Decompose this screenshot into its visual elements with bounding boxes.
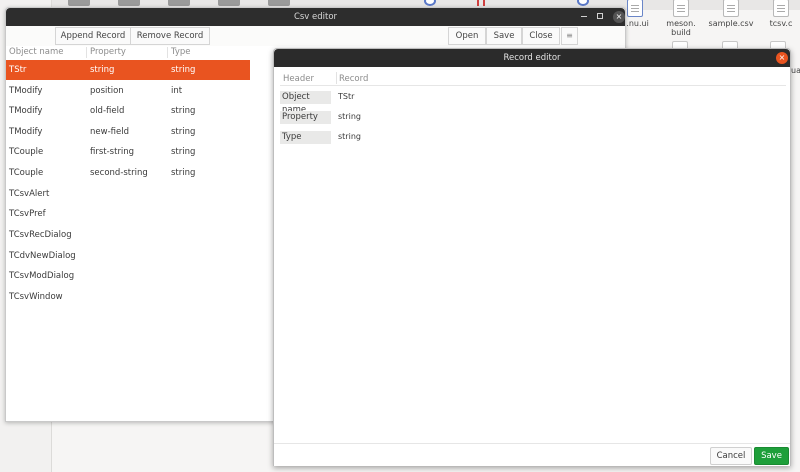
table-row[interactable]: TStr string string: [6, 60, 250, 80]
cell-object-name: TCsvRecDialog: [9, 230, 72, 240]
cell-object-name: TModify: [9, 106, 43, 116]
close-icon[interactable]: ×: [613, 11, 625, 23]
column-header-header[interactable]: Header: [283, 74, 314, 84]
document-icon: [773, 0, 789, 17]
csv-editor-titlebar[interactable]: Csv editor ×: [6, 8, 625, 26]
cell-property: old-field: [90, 106, 125, 116]
remove-record-button[interactable]: Remove Record: [130, 27, 210, 45]
document-icon: [673, 0, 689, 17]
cell-type: string: [171, 168, 196, 178]
table-row[interactable]: TCsvAlert: [6, 184, 250, 204]
column-header-type[interactable]: Type: [171, 47, 191, 57]
table-row[interactable]: TCsvModDialog: [6, 266, 250, 286]
dialog-footer: Cancel Save: [274, 443, 790, 466]
dialog-title: Record editor: [503, 53, 561, 63]
record-field-row: Type string: [280, 131, 786, 147]
document-icon: [723, 0, 739, 17]
table-row[interactable]: TCouple first-string string: [6, 142, 250, 162]
cell-object-name: TCsvWindow: [9, 292, 63, 302]
cell-object-name: TModify: [9, 127, 43, 137]
field-value-input[interactable]: TStr: [338, 92, 354, 101]
table-row[interactable]: TCouple second-string string: [6, 163, 250, 183]
cell-property: first-string: [90, 147, 135, 157]
cell-property: string: [90, 65, 115, 75]
cell-object-name: TCsvAlert: [9, 189, 50, 199]
file-icon-sample-csv[interactable]: sample.csv: [706, 0, 756, 28]
folder-icon[interactable]: [118, 0, 140, 6]
window-title: Csv editor: [293, 12, 338, 22]
app-icon[interactable]: [477, 0, 485, 6]
column-header-object-name[interactable]: Object name: [9, 47, 64, 57]
table-row[interactable]: TModify new-field string: [6, 122, 250, 142]
table-row[interactable]: TModify position int: [6, 81, 250, 101]
folder-icon[interactable]: [218, 0, 240, 6]
cell-object-name: TCsvModDialog: [9, 271, 75, 281]
cell-property: new-field: [90, 127, 129, 137]
file-icon-meson[interactable]: meson. build: [656, 0, 706, 37]
maximize-icon[interactable]: [597, 13, 603, 19]
cell-object-name: TCouple: [9, 147, 44, 157]
document-icon: [627, 0, 643, 17]
cell-type: string: [171, 106, 196, 116]
field-header-label: Object name: [280, 91, 331, 115]
folder-icon[interactable]: [168, 0, 190, 6]
cell-type: string: [171, 65, 196, 75]
column-separator: [336, 72, 337, 84]
file-name: meson. build: [666, 19, 696, 37]
file-icon-tcsv[interactable]: tcsv.c: [756, 0, 800, 28]
column-separator: [167, 47, 168, 58]
open-button[interactable]: Open: [448, 27, 486, 45]
record-editor-dialog: Record editor × Header Record Object nam…: [273, 48, 791, 466]
column-header-property[interactable]: Property: [90, 47, 126, 57]
field-header-label: Property: [280, 111, 331, 124]
cell-object-name: TModify: [9, 86, 43, 96]
table-row[interactable]: TCsvPref: [6, 204, 250, 224]
table-row[interactable]: TModify old-field string: [6, 101, 250, 121]
cell-type: string: [171, 147, 196, 157]
field-value-input[interactable]: string: [338, 112, 361, 121]
folder-icon[interactable]: [68, 0, 90, 6]
cell-object-name: TCsvPref: [9, 209, 46, 219]
hamburger-menu-icon[interactable]: ≡: [561, 27, 578, 45]
table-row[interactable]: TCdvNewDialog: [6, 246, 250, 266]
append-record-button[interactable]: Append Record: [55, 27, 131, 45]
record-field-row: Property string: [280, 111, 786, 127]
file-name: tcsv.c: [769, 19, 793, 28]
column-separator: [86, 47, 87, 58]
cell-object-name: TCouple: [9, 168, 44, 178]
cell-type: string: [171, 127, 196, 137]
save-button[interactable]: Save: [754, 447, 789, 465]
record-field-row: Object name TStr: [280, 91, 786, 115]
file-name-partial: ual: [791, 66, 800, 75]
close-button[interactable]: Close: [522, 27, 560, 45]
field-value-input[interactable]: string: [338, 132, 361, 141]
record-editor-titlebar[interactable]: Record editor ×: [274, 49, 790, 67]
table-row[interactable]: TCsvWindow: [6, 287, 250, 307]
csv-toolbar: Append Record Remove Record Open Save Cl…: [6, 26, 625, 46]
table-row[interactable]: TCsvRecDialog: [6, 225, 250, 245]
record-column-headers: Header Record: [280, 71, 786, 86]
save-button[interactable]: Save: [486, 27, 522, 45]
cell-property: position: [90, 86, 124, 96]
column-header-record[interactable]: Record: [339, 74, 368, 84]
cell-type: int: [171, 86, 183, 96]
field-header-label: Type: [280, 131, 331, 144]
folder-icon[interactable]: [268, 0, 290, 6]
file-name: sample.csv: [708, 19, 754, 28]
minimize-icon[interactable]: [581, 16, 587, 17]
cell-property: second-string: [90, 168, 148, 178]
cancel-button[interactable]: Cancel: [710, 447, 752, 465]
cell-object-name: TCdvNewDialog: [9, 251, 76, 261]
close-icon[interactable]: ×: [776, 52, 788, 64]
cell-object-name: TStr: [9, 65, 27, 75]
